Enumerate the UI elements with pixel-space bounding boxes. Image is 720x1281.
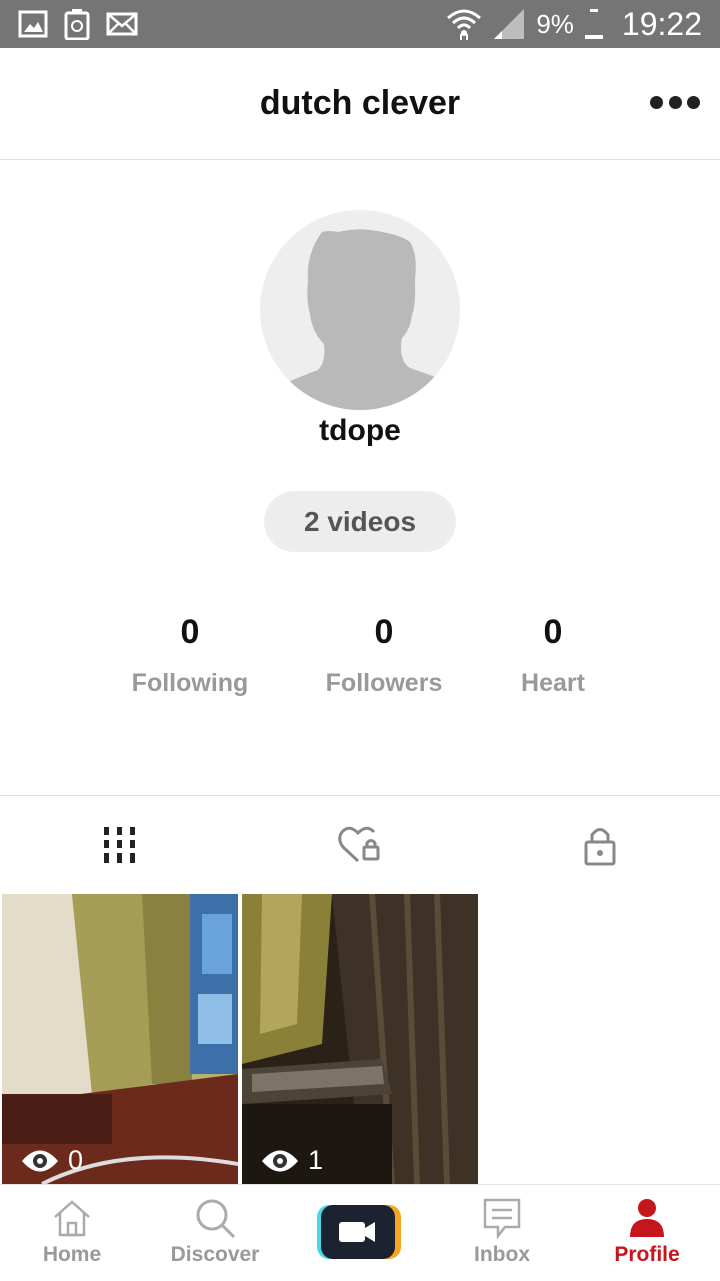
divider (0, 795, 720, 796)
eye-icon (262, 1150, 298, 1171)
home-icon (54, 1200, 90, 1237)
bottom-navigation: Home Discover Inbox Profile (0, 1184, 720, 1280)
clock: 19:22 (621, 5, 702, 42)
view-count: 0 (20, 1145, 83, 1176)
view-count-value: 1 (308, 1145, 324, 1175)
stat-value: 0 (543, 613, 563, 651)
stat-label: Followers (325, 669, 443, 697)
stat-following[interactable]: 0 Following (120, 612, 260, 698)
avatar[interactable] (260, 210, 460, 410)
battery-icon (584, 9, 603, 39)
stat-value: 0 (180, 613, 200, 651)
nav-inbox[interactable]: Inbox (452, 1185, 552, 1281)
lock-icon (584, 828, 616, 866)
more-dots-icon[interactable] (650, 90, 700, 114)
stat-value: 0 (374, 613, 394, 651)
default-avatar-silhouette-icon (260, 229, 460, 410)
nav-discover[interactable]: Discover (160, 1185, 270, 1281)
video-thumbnail-2[interactable]: 1 (242, 894, 478, 1184)
nav-label: Profile (614, 1243, 680, 1266)
videos-count-button[interactable]: 2 videos (264, 491, 456, 552)
status-bar: 9% 19:22 (0, 0, 720, 48)
profile-header: dutch clever (0, 48, 720, 160)
view-count: 1 (260, 1145, 323, 1176)
mail-icon (106, 12, 138, 36)
profile-icon (630, 1199, 664, 1237)
search-icon (196, 1199, 236, 1239)
eye-icon (22, 1150, 58, 1171)
gallery-icon (18, 10, 48, 38)
nav-label: Home (42, 1243, 102, 1266)
nav-label: Inbox (474, 1243, 530, 1266)
tab-liked[interactable] (330, 820, 390, 870)
battery-percent: 9% (536, 8, 574, 39)
video-thumbnail-image (242, 894, 478, 1184)
nav-profile[interactable]: Profile (597, 1185, 697, 1281)
stat-label: Heart (521, 669, 585, 697)
inbox-icon (483, 1198, 521, 1239)
stat-label: Following (131, 669, 249, 697)
video-camera-icon (317, 1205, 401, 1259)
view-count-value: 0 (68, 1145, 84, 1175)
recycle-notification-icon (64, 9, 90, 40)
video-thumbnail-1[interactable]: 0 (2, 894, 238, 1184)
page-title: dutch clever (259, 84, 461, 122)
nav-record-video[interactable] (316, 1185, 402, 1281)
video-thumbnail-image (2, 894, 238, 1184)
stat-heart[interactable]: 0 Heart (483, 612, 623, 698)
grid-icon (104, 827, 135, 863)
nav-home[interactable]: Home (22, 1185, 122, 1281)
nav-label: Discover (170, 1243, 260, 1266)
signal-icon (494, 9, 525, 39)
tab-private[interactable] (570, 820, 630, 870)
heart-lock-icon (338, 826, 380, 863)
stat-followers[interactable]: 0 Followers (314, 612, 454, 698)
wifi-icon (447, 9, 482, 40)
username: tdope (319, 414, 401, 447)
tab-videos[interactable] (90, 820, 150, 870)
